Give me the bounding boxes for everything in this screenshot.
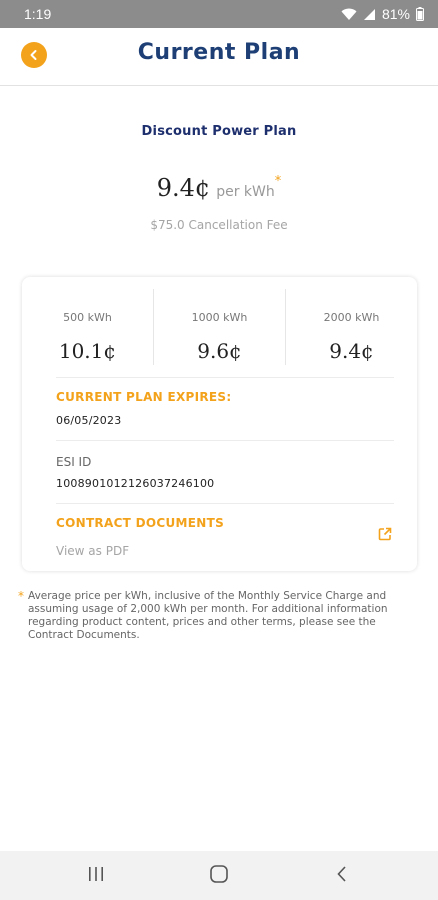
system-nav-bar — [0, 851, 438, 900]
plan-price-row: 9.4¢ per kWh* — [0, 174, 438, 202]
recent-apps-button[interactable] — [66, 851, 126, 900]
home-button[interactable] — [189, 851, 249, 900]
plan-price: 9.4¢ — [156, 174, 211, 202]
usage-tiers: 500 kWh 10.1¢ 1000 kWh 9.6¢ 2000 kWh 9.4… — [22, 277, 417, 377]
tier-price: 9.6¢ — [197, 339, 242, 363]
plan-expires-label: CURRENT PLAN EXPIRES: — [56, 390, 232, 404]
footnote-text: Average price per kWh, inclusive of the … — [28, 590, 388, 641]
tier-2000: 2000 kWh 9.4¢ — [285, 289, 417, 365]
home-icon — [210, 864, 228, 887]
plan-expires-date: 06/05/2023 — [56, 414, 122, 427]
tier-price: 10.1¢ — [58, 339, 117, 363]
plan-details-card: 500 kWh 10.1¢ 1000 kWh 9.6¢ 2000 kWh 9.4… — [22, 277, 417, 571]
contract-documents-label: CONTRACT DOCUMENTS — [56, 516, 225, 530]
wifi-icon — [341, 8, 357, 21]
price-asterisk: * — [274, 174, 282, 189]
tier-label: 1000 kWh — [191, 311, 248, 324]
status-bar: 1:19 81% — [0, 0, 438, 28]
status-time: 1:19 — [24, 6, 52, 22]
tier-price: 9.4¢ — [329, 339, 374, 363]
plan-name: Discount Power Plan — [141, 124, 297, 139]
view-as-pdf-link[interactable]: View as PDF — [56, 544, 129, 558]
tier-500: 500 kWh 10.1¢ — [22, 289, 153, 365]
external-link-icon[interactable] — [378, 526, 392, 545]
status-icons: 81% — [341, 6, 424, 22]
esi-id-value: 10089010121260372461​00 — [56, 477, 215, 490]
back-nav-button[interactable] — [312, 851, 372, 900]
back-nav-icon — [337, 865, 347, 886]
footnote-asterisk: * — [18, 589, 24, 603]
price-footnote: * Average price per kWh, inclusive of th… — [18, 590, 418, 642]
battery-percent: 81% — [381, 6, 410, 22]
tier-1000: 1000 kWh 9.6¢ — [153, 289, 285, 365]
signal-icon — [363, 8, 376, 21]
tier-label: 2000 kWh — [323, 311, 380, 324]
esi-id-label: ESI ID — [56, 455, 92, 469]
page-title: Current Plan — [137, 40, 301, 65]
esi-id-section: ESI ID 10089010121260372461​00 — [56, 440, 394, 503]
app-header: Current Plan — [0, 28, 438, 86]
plan-expires-section: CURRENT PLAN EXPIRES: 06/05/2023 — [56, 377, 394, 440]
battery-icon — [416, 7, 424, 21]
plan-price-unit: per kWh — [216, 184, 275, 200]
contract-documents-section[interactable]: CONTRACT DOCUMENTS View as PDF — [56, 503, 394, 571]
tier-label: 500 kWh — [63, 311, 112, 324]
cancellation-fee: $75.0 Cancellation Fee — [150, 218, 288, 232]
recent-apps-icon — [88, 866, 104, 885]
